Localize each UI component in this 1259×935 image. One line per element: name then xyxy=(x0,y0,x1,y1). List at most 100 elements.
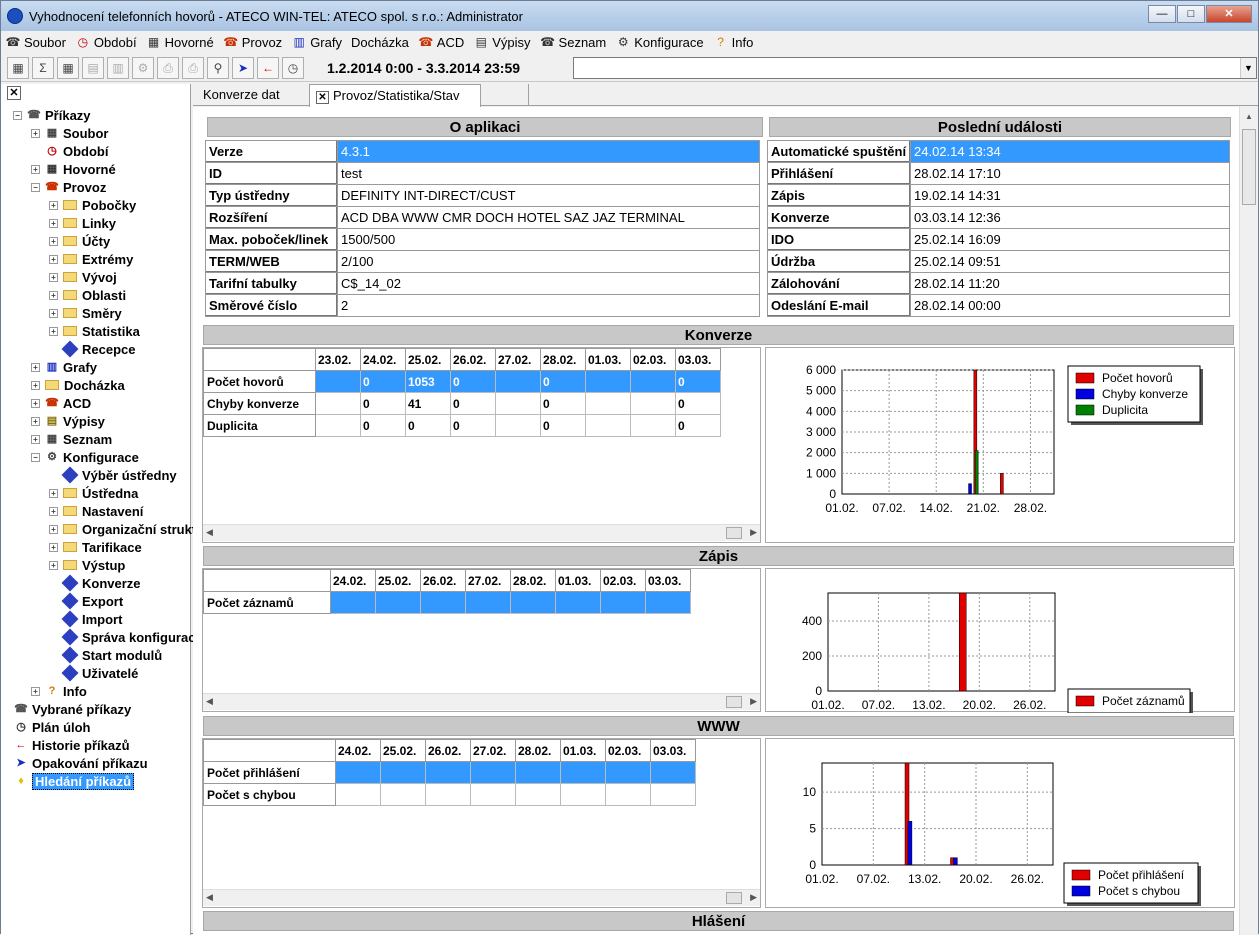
expand-icon[interactable]: + xyxy=(31,434,40,444)
table-row[interactable]: Počet s chybou xyxy=(203,783,696,806)
menu-soubor[interactable]: ☎ Soubor xyxy=(5,35,66,50)
table-cell[interactable] xyxy=(470,783,516,806)
table-cell[interactable] xyxy=(465,591,511,614)
table-cell[interactable]: 0 xyxy=(675,414,721,437)
info-value[interactable]: 24.02.14 13:34 xyxy=(910,140,1230,163)
tree-item[interactable]: Konverze xyxy=(49,574,141,592)
expand-icon[interactable]: + xyxy=(49,524,58,534)
table-cell[interactable] xyxy=(470,761,516,784)
scroll-thumb[interactable] xyxy=(1242,129,1256,205)
title-bar[interactable]: Vyhodnocení telefonních hovorů - ATECO W… xyxy=(1,1,1258,31)
tree-item[interactable]: Start modulů xyxy=(49,646,162,664)
table-cell[interactable] xyxy=(315,392,361,415)
table-cell[interactable] xyxy=(645,591,691,614)
zapis-hscroll[interactable]: ◀ ▶ xyxy=(203,693,760,710)
menu-seznam[interactable]: ☎ Seznam xyxy=(540,35,606,50)
open-icon[interactable]: ▦ xyxy=(7,56,29,79)
table-cell[interactable] xyxy=(495,392,541,415)
expand-icon[interactable]: + xyxy=(31,128,40,138)
expand-icon[interactable]: + xyxy=(31,398,40,408)
expand-icon[interactable]: + xyxy=(49,542,58,552)
expand-icon[interactable]: + xyxy=(49,254,58,264)
info-value[interactable]: 28.02.14 17:10 xyxy=(910,162,1230,185)
table-cell[interactable] xyxy=(420,591,466,614)
expand-icon[interactable]: + xyxy=(49,200,58,210)
command-combo[interactable]: ▼ xyxy=(573,57,1257,79)
menu-acd[interactable]: ☎ ACD xyxy=(418,35,464,50)
table-cell[interactable] xyxy=(495,370,541,393)
table-cell[interactable] xyxy=(335,783,381,806)
table-cell[interactable]: 0 xyxy=(360,392,406,415)
table-cell[interactable] xyxy=(515,761,561,784)
table-cell[interactable] xyxy=(585,370,631,393)
tab-close-icon[interactable]: ✕ xyxy=(316,91,329,104)
expand-icon[interactable]: + xyxy=(31,416,40,426)
table-cell[interactable] xyxy=(630,370,676,393)
table-row[interactable]: Počet hovorů 0 1053 0 0 0 xyxy=(203,370,721,393)
table-row[interactable]: Počet přihlášení xyxy=(203,761,696,784)
table-cell[interactable] xyxy=(510,591,556,614)
tree-item[interactable]: ☎ Vybrané příkazy xyxy=(13,700,131,718)
tree-item[interactable]: − ⚙ Konfigurace xyxy=(31,448,139,466)
expand-icon[interactable]: + xyxy=(49,308,58,318)
info-value[interactable]: C$_14_02 xyxy=(337,272,760,295)
table-cell[interactable]: 0 xyxy=(405,414,451,437)
table-cell[interactable]: 41 xyxy=(405,392,451,415)
menu-vypisy[interactable]: ▤ Výpisy xyxy=(473,35,531,50)
menu-grafy[interactable]: ▥ Grafy xyxy=(291,35,342,50)
www-hscroll[interactable]: ◀ ▶ xyxy=(203,889,760,906)
tree-item[interactable]: Správa konfigurace xyxy=(49,628,203,646)
menu-hovorne[interactable]: ▦ Hovorné xyxy=(146,35,214,50)
table-icon[interactable]: ▤ xyxy=(82,56,104,79)
table-row[interactable]: Duplicita 0 0 0 0 0 xyxy=(203,414,721,437)
sum-icon[interactable]: Σ xyxy=(32,56,54,79)
table-cell[interactable] xyxy=(585,414,631,437)
table-cell[interactable] xyxy=(515,783,561,806)
tools-icon[interactable]: ⚙ xyxy=(132,56,154,79)
collapse-icon[interactable]: − xyxy=(31,452,40,462)
table-cell[interactable]: 0 xyxy=(450,392,496,415)
tree-item[interactable]: ← Historie příkazů xyxy=(13,736,130,754)
tree-item[interactable]: Import xyxy=(49,610,122,628)
tree-item[interactable]: +? Info xyxy=(31,682,87,700)
menu-provoz[interactable]: ☎ Provoz xyxy=(223,35,282,50)
expand-icon[interactable]: + xyxy=(31,686,40,696)
tab-konverze-dat[interactable]: Konverze dat xyxy=(197,84,286,106)
tree-item[interactable]: Recepce xyxy=(49,340,135,358)
tree-item[interactable]: ♦ Hledání příkazů xyxy=(13,772,135,790)
table-cell[interactable] xyxy=(425,783,471,806)
expand-icon[interactable]: + xyxy=(49,488,58,498)
tree-item[interactable]: + Oblasti xyxy=(49,286,126,304)
expand-icon[interactable]: + xyxy=(49,218,58,228)
konverze-hscroll[interactable]: ◀ ▶ xyxy=(203,524,760,541)
date-range[interactable]: 1.2.2014 0:00 - 3.3.2014 23:59 xyxy=(327,60,547,76)
table-cell[interactable]: 0 xyxy=(450,414,496,437)
info-value[interactable]: 25.02.14 16:09 xyxy=(910,228,1230,251)
tree-item[interactable]: ➤ Opakování příkazu xyxy=(13,754,147,772)
history-back-icon[interactable]: ← xyxy=(257,56,279,79)
tree-item[interactable]: ◷ Období xyxy=(31,142,108,160)
pane-close-icon[interactable]: ✕ xyxy=(7,86,21,100)
table-cell[interactable] xyxy=(650,783,696,806)
tree-item[interactable]: + Nastavení xyxy=(49,502,143,520)
collapse-icon[interactable]: − xyxy=(13,110,22,120)
tab-empty[interactable] xyxy=(483,84,529,106)
print-icon[interactable]: ⎙ xyxy=(157,56,179,79)
tree-item[interactable]: − ☎ Příkazy xyxy=(13,106,91,124)
tree-item[interactable]: + Tarifikace xyxy=(49,538,142,556)
table-cell[interactable]: 0 xyxy=(360,414,406,437)
table-cell[interactable]: 1053 xyxy=(405,370,451,393)
timer-icon[interactable]: ◷ xyxy=(282,56,304,79)
zoom-icon[interactable]: ⚲ xyxy=(207,56,229,79)
table-cell[interactable] xyxy=(495,414,541,437)
tree-item[interactable]: + Ústředna xyxy=(49,484,138,502)
expand-icon[interactable]: + xyxy=(49,272,58,282)
menu-obdobi[interactable]: ◷ Období xyxy=(75,35,137,50)
expand-icon[interactable]: + xyxy=(49,326,58,336)
expand-icon[interactable]: + xyxy=(49,236,58,246)
expand-icon[interactable]: + xyxy=(49,290,58,300)
maximize-button[interactable]: □ xyxy=(1177,5,1205,23)
expand-icon[interactable]: + xyxy=(49,560,58,570)
tree-item[interactable]: Export xyxy=(49,592,123,610)
tree-item[interactable]: + Organizační struktura xyxy=(49,520,216,538)
